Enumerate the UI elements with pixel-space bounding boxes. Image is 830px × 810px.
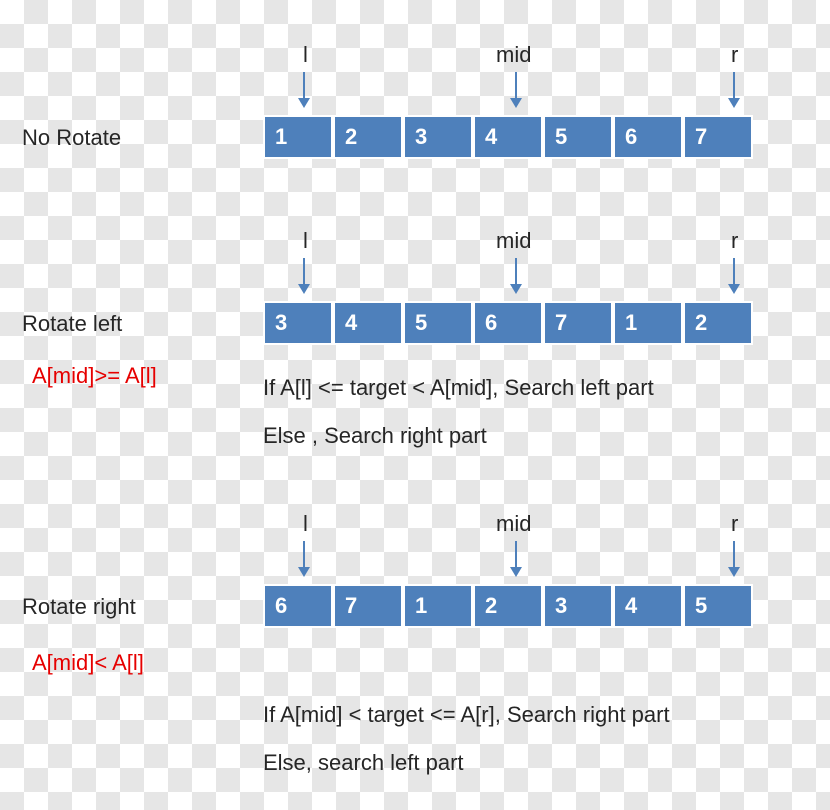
array-cell: 6: [613, 115, 683, 159]
array-cell: 5: [683, 584, 753, 628]
ptr-label-r-2: r: [731, 228, 738, 254]
ptr-label-mid-1: mid: [496, 42, 531, 68]
arrow-down-icon: [509, 541, 523, 577]
arrow-down-icon: [727, 258, 741, 294]
no-rotate-title: No Rotate: [22, 125, 121, 151]
rotate-left-if-rule: If A[l] <= target < A[mid], Search left …: [263, 375, 654, 401]
arrow-down-icon: [727, 72, 741, 108]
array-cell: 3: [263, 301, 333, 345]
ptr-label-r-1: r: [731, 42, 738, 68]
array-cell: 2: [473, 584, 543, 628]
array-cell: 7: [683, 115, 753, 159]
ptr-label-mid-3: mid: [496, 511, 531, 537]
diagram-canvas: No Rotate l mid r 1 2 3 4 5 6 7 Rotate l…: [0, 0, 830, 810]
arrow-down-icon: [509, 258, 523, 294]
arrow-down-icon: [297, 258, 311, 294]
ptr-label-mid-2: mid: [496, 228, 531, 254]
array-cell: 1: [263, 115, 333, 159]
rotate-left-else-rule: Else , Search right part: [263, 423, 487, 449]
array-cell: 6: [473, 301, 543, 345]
array-cell: 4: [473, 115, 543, 159]
rotate-right-else-rule: Else, search left part: [263, 750, 464, 776]
array-no-rotate: 1 2 3 4 5 6 7: [263, 115, 753, 159]
rotate-right-if-rule: If A[mid] < target <= A[r], Search right…: [263, 702, 670, 728]
ptr-label-l-2: l: [303, 228, 308, 254]
array-cell: 5: [403, 301, 473, 345]
arrow-down-icon: [297, 541, 311, 577]
array-cell: 4: [613, 584, 683, 628]
array-cell: 3: [403, 115, 473, 159]
array-cell: 3: [543, 584, 613, 628]
array-cell: 7: [333, 584, 403, 628]
ptr-label-l-3: l: [303, 511, 308, 537]
array-cell: 2: [683, 301, 753, 345]
array-rotate-right: 6 7 1 2 3 4 5: [263, 584, 753, 628]
ptr-label-r-3: r: [731, 511, 738, 537]
ptr-label-l-1: l: [303, 42, 308, 68]
array-cell: 4: [333, 301, 403, 345]
rotate-left-condition: A[mid]>= A[l]: [32, 363, 157, 389]
array-cell: 7: [543, 301, 613, 345]
array-cell: 6: [263, 584, 333, 628]
rotate-right-title: Rotate right: [22, 594, 136, 620]
array-cell: 1: [403, 584, 473, 628]
array-cell: 2: [333, 115, 403, 159]
arrow-down-icon: [727, 541, 741, 577]
array-rotate-left: 3 4 5 6 7 1 2: [263, 301, 753, 345]
arrow-down-icon: [297, 72, 311, 108]
array-cell: 1: [613, 301, 683, 345]
array-cell: 5: [543, 115, 613, 159]
rotate-right-condition: A[mid]< A[l]: [32, 650, 144, 676]
rotate-left-title: Rotate left: [22, 311, 122, 337]
arrow-down-icon: [509, 72, 523, 108]
